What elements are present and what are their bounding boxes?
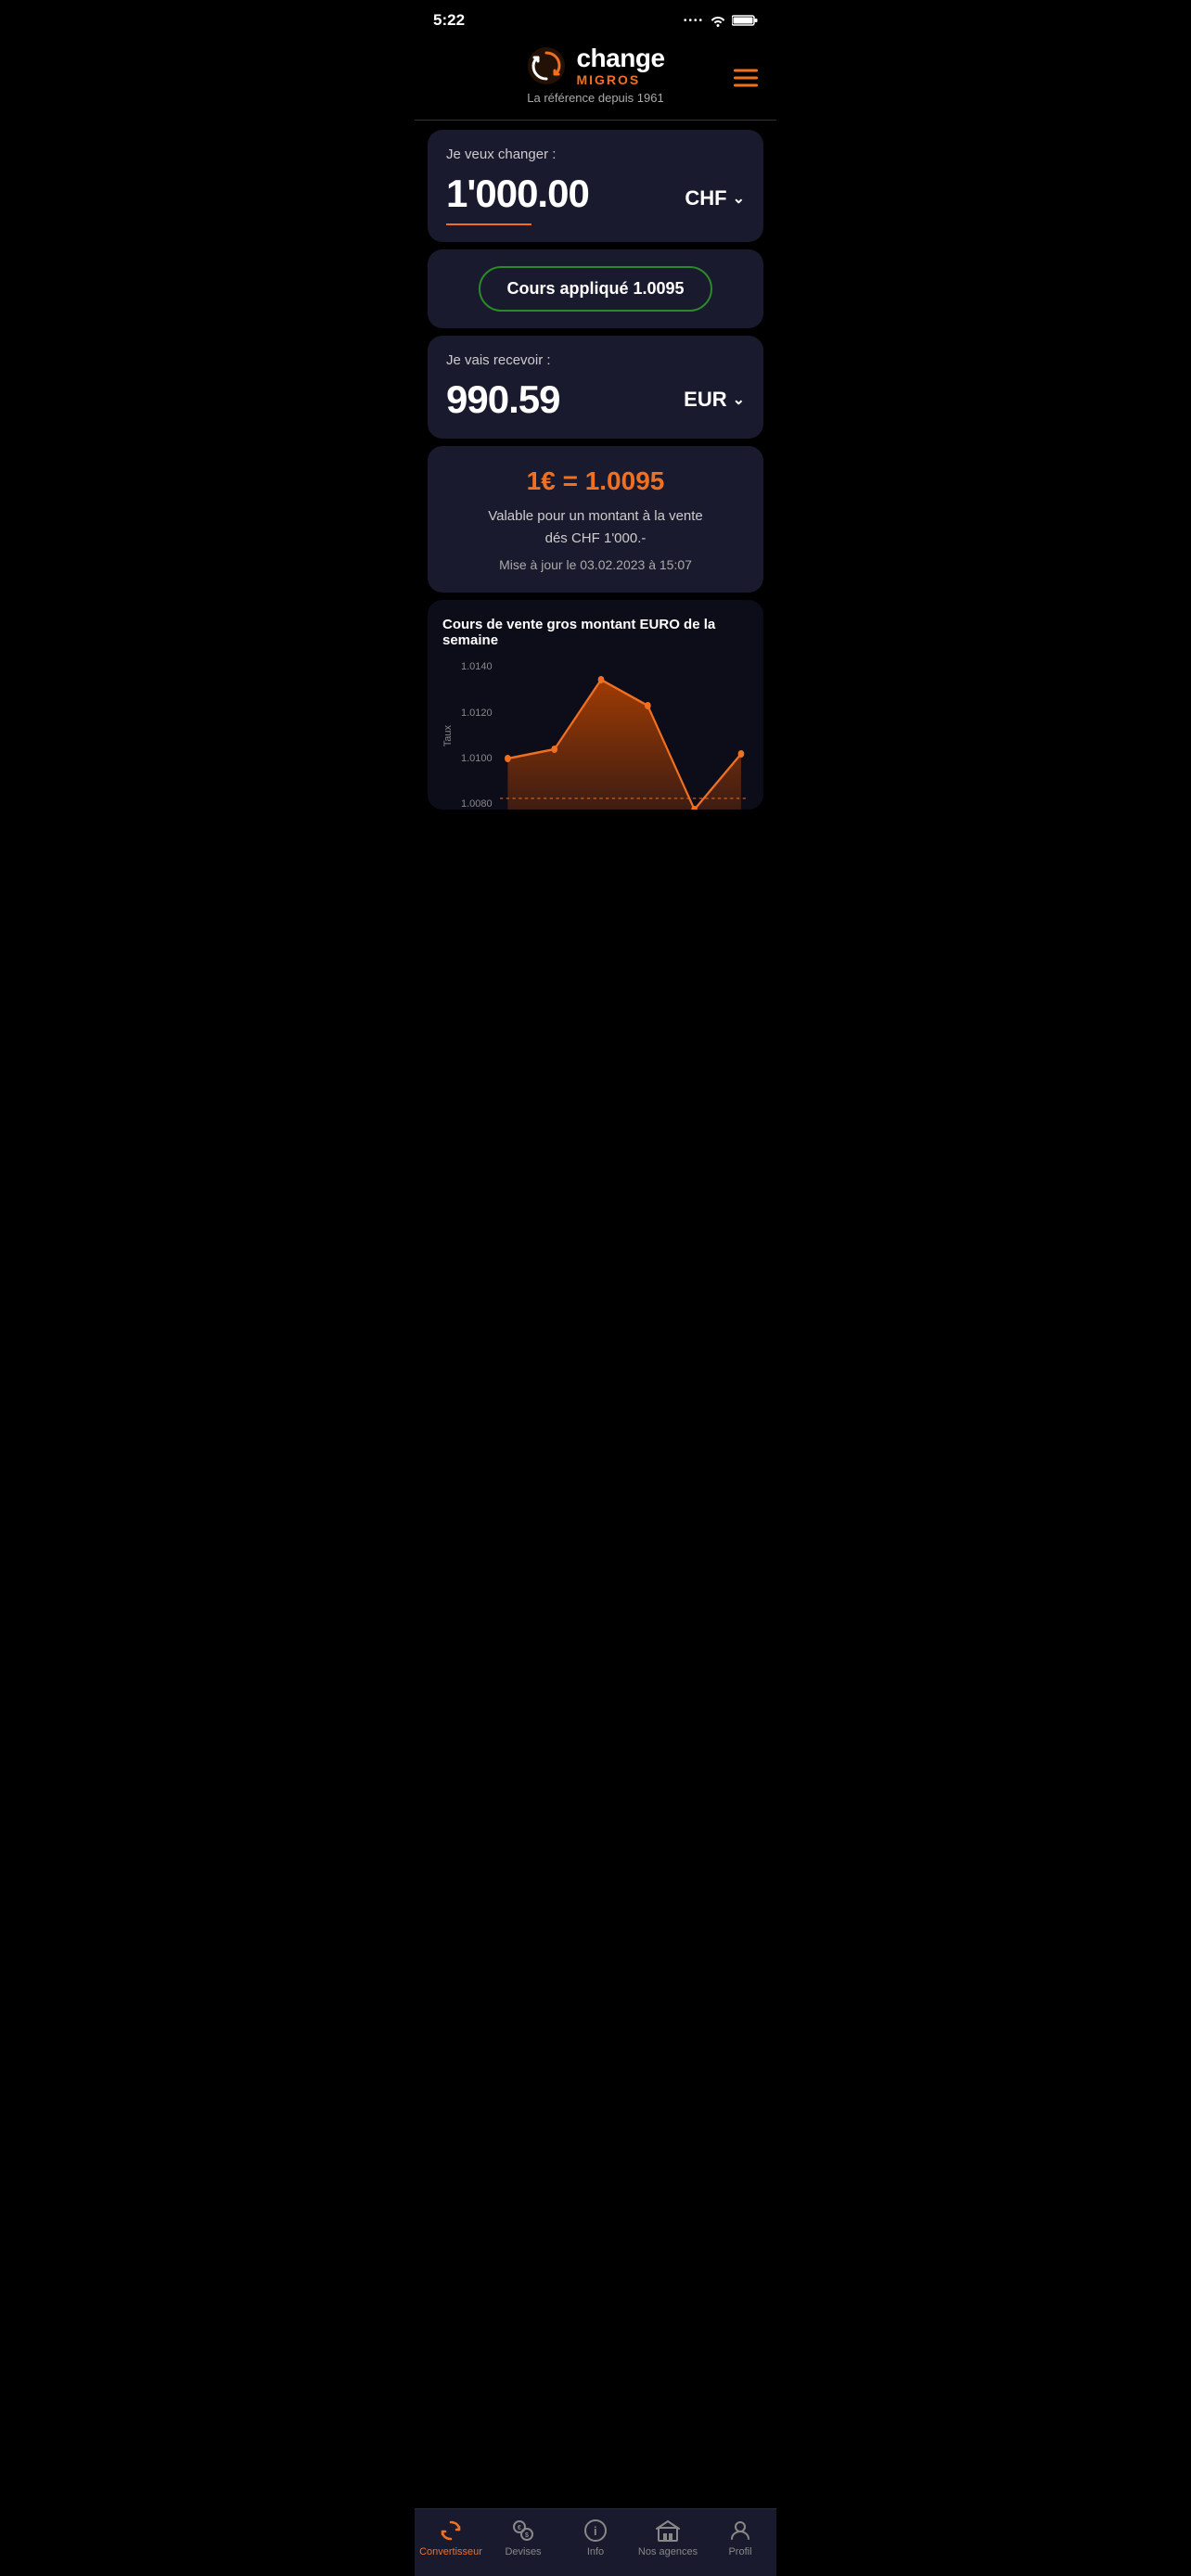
chart-point xyxy=(551,746,557,753)
rate-desc-line1: Valable pour un montant à la vente xyxy=(488,508,703,524)
devises-icon: € $ xyxy=(511,2519,535,2543)
y-label-2: 1.0120 xyxy=(461,708,493,719)
y-label-top: 1.0140 xyxy=(461,661,493,672)
to-currency-selector[interactable]: EUR ⌄ xyxy=(684,388,745,412)
chart-point xyxy=(597,676,604,683)
logo-area: change MIGROS La référence depuis 1961 xyxy=(526,45,664,105)
rate-info-card: 1€ = 1.0095 Valable pour un montant à la… xyxy=(428,446,763,593)
svg-text:$: $ xyxy=(525,2532,529,2539)
profil-icon xyxy=(728,2519,752,2543)
logo-tagline: La référence depuis 1961 xyxy=(527,91,663,105)
chart-point xyxy=(737,750,744,758)
y-label-3: 1.0100 xyxy=(461,753,493,764)
to-amount-card: Je vais recevoir : 990.59 EUR ⌄ xyxy=(428,336,763,439)
rate-main-value: 1€ = 1.0095 xyxy=(446,466,745,496)
logo-icon xyxy=(526,45,567,86)
chart-svg xyxy=(500,661,749,810)
nav-label-devises: Devises xyxy=(505,2546,541,2557)
bottom-navigation: Convertisseur € $ Devises i Info Nos age… xyxy=(415,2508,776,2576)
nav-label-convertisseur: Convertisseur xyxy=(419,2546,482,2557)
hamburger-menu-button[interactable] xyxy=(734,69,758,86)
rate-desc-line2: dés CHF 1'000.- xyxy=(545,530,647,546)
rate-description: Valable pour un montant à la vente dés C… xyxy=(446,505,745,550)
svg-text:i: i xyxy=(594,2524,597,2538)
nos-agences-icon xyxy=(656,2519,680,2543)
nav-item-info[interactable]: i Info xyxy=(559,2519,632,2557)
main-content: Je veux changer : 1'000.00 CHF ⌄ Cours a… xyxy=(415,130,776,891)
from-currency-text: CHF xyxy=(685,186,726,210)
to-label: Je vais recevoir : xyxy=(446,352,745,368)
nav-item-profil[interactable]: Profil xyxy=(704,2519,776,2557)
logo-change-text: change xyxy=(576,45,664,73)
amount-underline xyxy=(446,223,531,225)
svg-text:€: € xyxy=(518,2525,521,2531)
chart-area xyxy=(500,661,749,810)
nav-label-nos-agences: Nos agences xyxy=(638,2546,698,2557)
nav-item-convertisseur[interactable]: Convertisseur xyxy=(415,2519,487,2557)
chart-card: Cours de vente gros montant EURO de la s… xyxy=(428,600,763,810)
chart-point xyxy=(645,702,651,709)
logo-migros-text: MIGROS xyxy=(576,73,664,87)
header-divider xyxy=(415,120,776,121)
rate-update-time: Mise à jour le 03.02.2023 à 15:07 xyxy=(446,557,745,572)
from-currency-selector[interactable]: CHF ⌄ xyxy=(685,186,745,210)
applied-rate-badge[interactable]: Cours appliqué 1.0095 xyxy=(479,266,711,312)
chart-title: Cours de vente gros montant EURO de la s… xyxy=(442,617,749,648)
status-time: 5:22 xyxy=(433,11,465,30)
from-amount[interactable]: 1'000.00 xyxy=(446,172,589,216)
nav-label-info: Info xyxy=(587,2546,604,2557)
wifi-icon xyxy=(710,14,726,27)
nav-label-profil: Profil xyxy=(728,2546,751,2557)
to-currency-chevron: ⌄ xyxy=(733,390,745,409)
status-icons: •••• xyxy=(684,14,758,27)
nav-item-devises[interactable]: € $ Devises xyxy=(487,2519,559,2557)
chart-fill xyxy=(507,680,741,810)
nav-item-nos-agences[interactable]: Nos agences xyxy=(632,2519,704,2557)
info-icon: i xyxy=(583,2519,608,2543)
signal-dots-icon: •••• xyxy=(684,16,704,26)
from-amount-card: Je veux changer : 1'000.00 CHF ⌄ xyxy=(428,130,763,242)
to-amount: 990.59 xyxy=(446,377,559,422)
battery-icon xyxy=(732,14,758,27)
app-header: change MIGROS La référence depuis 1961 xyxy=(415,35,776,120)
y-axis: 1.0140 1.0120 1.0100 1.0080 xyxy=(461,661,493,810)
chart-point xyxy=(505,755,511,762)
y-label-bottom: 1.0080 xyxy=(461,798,493,810)
status-bar: 5:22 •••• xyxy=(415,0,776,35)
from-currency-chevron: ⌄ xyxy=(733,189,745,208)
y-axis-label: Taux xyxy=(442,725,454,746)
to-currency-text: EUR xyxy=(684,388,726,412)
convertisseur-icon xyxy=(439,2519,463,2543)
rate-badge-card: Cours appliqué 1.0095 xyxy=(428,249,763,328)
logo-text: change MIGROS xyxy=(576,45,664,87)
from-label: Je veux changer : xyxy=(446,147,745,162)
